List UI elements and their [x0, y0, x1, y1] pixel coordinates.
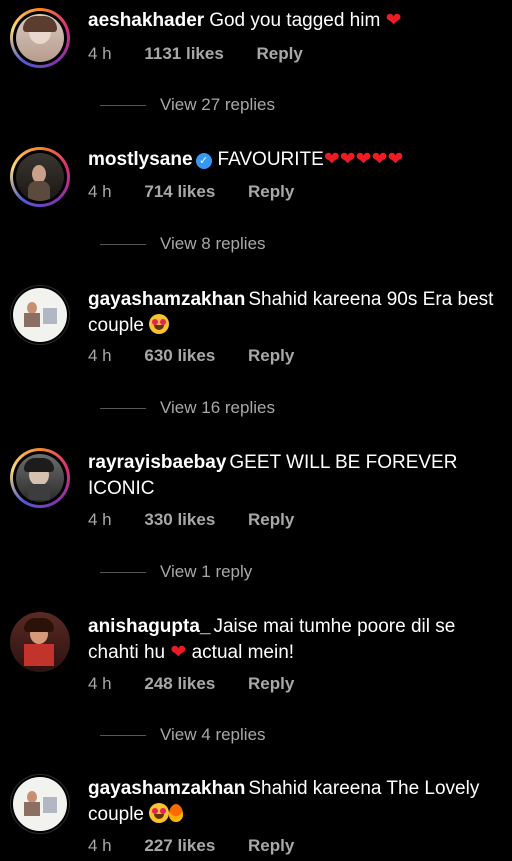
comment-username[interactable]: mostlysane	[88, 149, 193, 170]
fire-emoji-icon	[169, 804, 184, 822]
avatar[interactable]	[10, 774, 70, 834]
comment-time: 4 h	[88, 836, 112, 855]
heart-emoji-icon: ❤	[385, 10, 402, 31]
likes-count[interactable]: 630 likes	[144, 346, 215, 365]
comment-time: 4 h	[88, 510, 112, 529]
reply-button[interactable]: Reply	[248, 510, 294, 529]
comment-username[interactable]: gayashamzakhan	[88, 778, 245, 799]
heart-eyes-emoji-icon	[149, 803, 170, 823]
avatar[interactable]	[10, 448, 70, 508]
comment-time: 4 h	[88, 674, 112, 693]
comment-text: God you tagged him	[209, 10, 381, 31]
avatar[interactable]	[10, 8, 70, 68]
avatar[interactable]	[10, 285, 70, 345]
likes-count[interactable]: 227 likes	[144, 836, 215, 855]
comment-time: 4 h	[88, 182, 112, 201]
view-replies-button[interactable]: View 4 replies	[100, 725, 266, 745]
reply-button[interactable]: Reply	[257, 44, 303, 63]
comment-username[interactable]: anishagupta_	[88, 616, 210, 637]
reply-button[interactable]: Reply	[248, 836, 294, 855]
comment-text-continued: actual mein!	[191, 642, 295, 663]
divider	[100, 244, 146, 246]
likes-count[interactable]: 330 likes	[144, 510, 215, 529]
comment-username[interactable]: gayashamzakhan	[88, 289, 245, 310]
comment-time: 4 h	[88, 44, 112, 63]
heart-emoji-icon: ❤❤❤❤❤	[323, 149, 404, 170]
comment-username[interactable]: rayrayisbaebay	[88, 452, 226, 473]
divider	[100, 408, 146, 410]
comment-text: FAVOURITE	[217, 149, 324, 170]
heart-emoji-icon: ❤	[170, 642, 187, 663]
likes-count[interactable]: 1131 likes	[144, 44, 223, 63]
reply-button[interactable]: Reply	[248, 346, 294, 365]
heart-eyes-emoji-icon	[149, 314, 170, 334]
comment-username[interactable]: aeshakhader	[88, 10, 204, 31]
verified-badge-icon: ✓	[195, 153, 212, 169]
avatar[interactable]	[10, 147, 70, 207]
view-replies-button[interactable]: View 16 replies	[100, 398, 275, 418]
reply-button[interactable]: Reply	[248, 182, 294, 201]
likes-count[interactable]: 248 likes	[144, 674, 215, 693]
avatar[interactable]	[10, 612, 70, 672]
view-replies-button[interactable]: View 1 reply	[100, 562, 252, 582]
divider	[100, 572, 146, 574]
reply-button[interactable]: Reply	[248, 674, 294, 693]
divider	[100, 105, 146, 107]
view-replies-button[interactable]: View 27 replies	[100, 95, 275, 115]
divider	[100, 735, 146, 737]
view-replies-button[interactable]: View 8 replies	[100, 234, 266, 254]
likes-count[interactable]: 714 likes	[144, 182, 215, 201]
comment-time: 4 h	[88, 346, 112, 365]
